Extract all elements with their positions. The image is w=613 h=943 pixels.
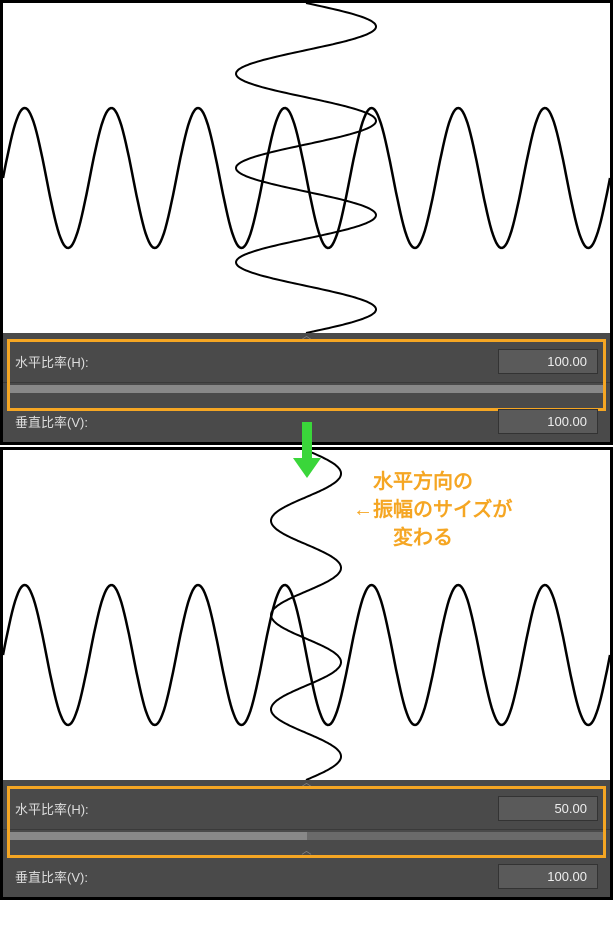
- arrow-down-icon: [287, 420, 327, 480]
- wave-preview-bottom: 水平方向の ←振幅のサイズが 変わる: [3, 450, 610, 780]
- horizontal-ratio-label: 水平比率(H):: [15, 352, 89, 371]
- wave-svg-top: [3, 3, 610, 333]
- vertical-ratio-input[interactable]: 100.00: [498, 409, 598, 434]
- expand-caret-bottom-2[interactable]: ︿: [3, 848, 610, 856]
- annotation-line2: ←振幅のサイズが: [353, 496, 512, 524]
- vertical-ratio-input[interactable]: 100.00: [498, 864, 598, 889]
- expand-caret-bottom[interactable]: ︿: [3, 780, 610, 788]
- horizontal-ratio-row-top: 水平比率(H): 100.00: [3, 341, 610, 383]
- horizontal-ratio-label: 水平比率(H):: [15, 799, 89, 818]
- horizontal-ratio-slider-bottom[interactable]: [7, 832, 606, 840]
- annotation-line3: 変わる: [353, 524, 512, 552]
- vertical-ratio-row-bottom: 垂直比率(V): 100.00: [3, 856, 610, 897]
- expand-caret-top[interactable]: ︿: [3, 333, 610, 341]
- panel-bottom: 水平方向の ←振幅のサイズが 変わる ︿ 水平比率(H): 50.00 ︿ 垂直…: [0, 447, 613, 900]
- controls-bottom: ︿ 水平比率(H): 50.00 ︿ 垂直比率(V): 100.00: [3, 780, 610, 897]
- vertical-ratio-label: 垂直比率(V):: [15, 412, 88, 431]
- wave-svg-bottom: [3, 450, 610, 780]
- wave-preview-top: [3, 3, 610, 333]
- annotation-text: 水平方向の ←振幅のサイズが 変わる: [353, 468, 512, 552]
- horizontal-ratio-row-bottom: 水平比率(H): 50.00: [3, 788, 610, 830]
- panel-top: ︿ 水平比率(H): 100.00 垂直比率(V): 100.00: [0, 0, 613, 445]
- horizontal-ratio-slider-top[interactable]: [7, 385, 606, 393]
- annotation-line1: 水平方向の: [353, 468, 512, 496]
- horizontal-ratio-input[interactable]: 50.00: [498, 796, 598, 821]
- horizontal-ratio-input[interactable]: 100.00: [498, 349, 598, 374]
- vertical-ratio-label: 垂直比率(V):: [15, 867, 88, 886]
